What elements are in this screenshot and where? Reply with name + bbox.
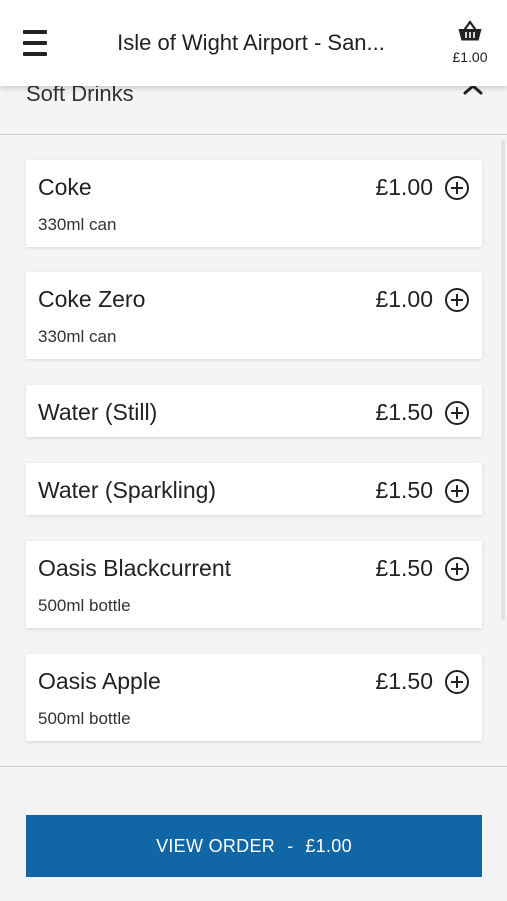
page-title: Isle of Wight Airport - San... bbox=[117, 30, 385, 55]
item-price: £1.00 bbox=[375, 174, 433, 200]
basket-total: £1.00 bbox=[452, 49, 488, 65]
menu-item-card[interactable]: Oasis Blackcurrent 500ml bottle £1.50 bbox=[26, 541, 482, 628]
order-footer: VIEW ORDER - £1.00 bbox=[0, 766, 507, 901]
plus-circle-icon[interactable] bbox=[444, 287, 470, 313]
basket-icon bbox=[458, 20, 482, 41]
plus-circle-icon[interactable] bbox=[444, 669, 470, 695]
view-order-separator: - bbox=[287, 835, 294, 856]
menu-item-card[interactable]: Water (Sparkling) £1.50 bbox=[26, 463, 482, 515]
item-description: 500ml bottle bbox=[38, 709, 131, 728]
hamburger-menu-icon[interactable] bbox=[23, 30, 47, 56]
menu-bar-2 bbox=[23, 41, 47, 45]
item-name: Coke bbox=[38, 174, 92, 200]
item-price: £1.50 bbox=[375, 555, 433, 581]
plus-circle-icon[interactable] bbox=[444, 556, 470, 582]
view-order-button[interactable]: VIEW ORDER - £1.00 bbox=[26, 815, 482, 877]
item-price: £1.50 bbox=[375, 399, 433, 425]
item-name: Water (Sparkling) bbox=[38, 477, 217, 503]
menu-bar-3 bbox=[23, 52, 47, 56]
view-order-label: VIEW ORDER bbox=[156, 835, 276, 856]
item-name: Oasis Apple bbox=[38, 668, 161, 694]
item-price: £1.50 bbox=[375, 477, 433, 503]
plus-circle-icon[interactable] bbox=[444, 400, 470, 426]
item-price: £1.50 bbox=[375, 668, 433, 694]
item-name: Coke Zero bbox=[38, 286, 146, 312]
view-order-total: £1.00 bbox=[305, 835, 352, 856]
plus-circle-icon[interactable] bbox=[444, 175, 470, 201]
basket-button[interactable]: £1.00 bbox=[444, 20, 496, 70]
item-name: Oasis Blackcurrent bbox=[38, 555, 232, 581]
app-header: Isle of Wight Airport - San... £1.00 bbox=[0, 0, 507, 86]
menu-item-card[interactable]: Coke 330ml can £1.00 bbox=[26, 160, 482, 247]
menu-item-card[interactable]: Water (Still) £1.50 bbox=[26, 385, 482, 437]
scrollbar[interactable] bbox=[501, 140, 505, 620]
menu-item-card[interactable]: Coke Zero 330ml can £1.00 bbox=[26, 272, 482, 359]
menu-item-card[interactable]: Oasis Apple 500ml bottle £1.50 bbox=[26, 654, 482, 741]
menu-bar-1 bbox=[23, 30, 47, 34]
menu-item-list: Coke 330ml can £1.00 Coke Zero 330ml can… bbox=[0, 135, 507, 765]
plus-circle-icon[interactable] bbox=[444, 478, 470, 504]
item-description: 330ml can bbox=[38, 327, 117, 346]
item-name: Water (Still) bbox=[38, 399, 158, 425]
item-description: 330ml can bbox=[38, 215, 117, 234]
item-price: £1.00 bbox=[375, 286, 433, 312]
item-description: 500ml bottle bbox=[38, 596, 131, 615]
